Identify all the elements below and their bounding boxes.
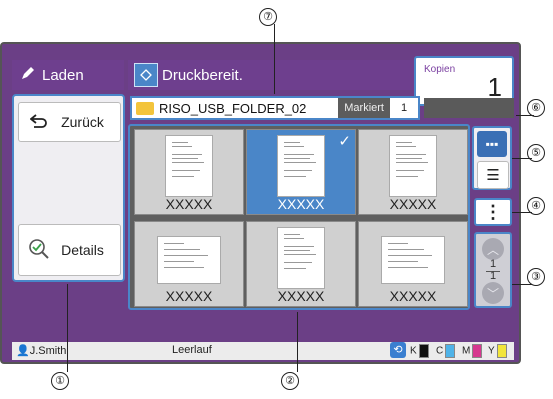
callout-leader-line: [297, 312, 298, 372]
copies-label: Kopien: [424, 64, 456, 75]
thumbnail-caption: XXXXX: [165, 196, 213, 212]
page-up-button[interactable]: ︿: [482, 238, 504, 260]
page-down-button[interactable]: ﹀: [482, 282, 504, 304]
callout-leader-line: [512, 158, 532, 159]
page-preview: [277, 227, 325, 289]
callout-leader-line: [274, 24, 275, 94]
header-strip: [424, 98, 514, 118]
vertical-dots-icon: ⋮: [484, 201, 502, 222]
callout-leader-line: [512, 284, 532, 285]
load-label: Laden: [42, 66, 84, 84]
status-label: Druckbereit.: [162, 66, 243, 84]
thumbnail-caption: XXXXX: [277, 288, 325, 304]
status-header: Druckbereit.: [128, 60, 414, 90]
folder-name: RISO_USB_FOLDER_02: [159, 100, 307, 116]
more-menu-button[interactable]: ⋮: [474, 198, 512, 226]
page-total: 1: [489, 270, 497, 282]
ink-level-c: C: [436, 344, 456, 358]
file-thumbnail[interactable]: XXXXX: [358, 221, 468, 307]
load-button[interactable]: Laden: [12, 60, 124, 90]
page-navigator: ︿ 1 1 ﹀: [474, 232, 512, 308]
page-current: 1: [489, 258, 497, 270]
grid-view-icon: ▪▪▪: [485, 137, 499, 151]
file-thumbnail[interactable]: XXXXX: [134, 129, 244, 215]
pencil-icon: [20, 65, 36, 85]
chevron-up-icon: ︿: [486, 242, 499, 257]
user-icon: 👤: [16, 345, 30, 357]
page-preview: [165, 135, 213, 197]
ink-level-k: K: [410, 344, 429, 358]
list-view-button[interactable]: ☰: [477, 161, 509, 189]
thumbnail-caption: XXXXX: [165, 288, 213, 304]
ink-level-y: Y: [488, 344, 507, 358]
page-preview: [157, 236, 221, 284]
details-label: Details: [61, 242, 104, 258]
details-button[interactable]: Details: [18, 224, 121, 276]
folder-bar: RISO_USB_FOLDER_02 Markiert 1: [130, 96, 420, 120]
back-label: Zurück: [61, 114, 104, 130]
folder-icon: [136, 101, 154, 115]
user-name: 👤J.Smith: [16, 344, 66, 357]
callout-2: ②: [281, 372, 299, 390]
file-thumbnail[interactable]: XXXXX: [358, 129, 468, 215]
marked-count: 1: [390, 102, 418, 114]
machine-state: Leerlauf: [172, 344, 212, 356]
left-panel: Zurück Details: [12, 94, 125, 282]
user-label: J.Smith: [29, 345, 67, 357]
page-preview: [381, 236, 445, 284]
chevron-down-icon: ﹀: [486, 286, 499, 301]
back-button[interactable]: Zurück: [18, 102, 121, 142]
sync-icon[interactable]: ⟲: [390, 342, 406, 358]
marked-label: Markiert: [338, 98, 390, 118]
bottom-status-bar: 👤J.Smith Leerlauf ⟲ KCMY: [12, 342, 514, 360]
thumbnail-caption: XXXXX: [389, 196, 437, 212]
file-thumbnail[interactable]: XXXXX: [246, 221, 356, 307]
callout-1: ①: [51, 372, 69, 390]
thumbnail-caption: XXXXX: [277, 196, 325, 212]
view-toggle-panel: ▪▪▪ ☰: [472, 126, 512, 190]
magnifier-check-icon: [25, 238, 53, 263]
callout-leader-line: [516, 115, 534, 116]
thumbnail-view-button[interactable]: ▪▪▪: [477, 131, 507, 157]
file-thumbnail-grid: XXXXX XXXXX ✓ XXXXX XXXXX XXXXX XXXXX: [128, 124, 470, 310]
callout-5: ⑤: [527, 144, 545, 162]
file-thumbnail[interactable]: XXXXX: [134, 221, 244, 307]
file-thumbnail[interactable]: XXXXX ✓: [246, 129, 356, 215]
list-view-icon: ☰: [486, 167, 500, 184]
callout-leader-line: [512, 212, 532, 213]
checkmark-icon: ✓: [338, 133, 351, 150]
callout-leader-line: [67, 284, 68, 372]
print-ready-icon: [134, 63, 158, 87]
page-preview: [389, 135, 437, 197]
ink-level-m: M: [462, 344, 483, 358]
undo-icon: [25, 113, 53, 131]
page-preview: [277, 135, 325, 197]
thumbnail-caption: XXXXX: [389, 288, 437, 304]
